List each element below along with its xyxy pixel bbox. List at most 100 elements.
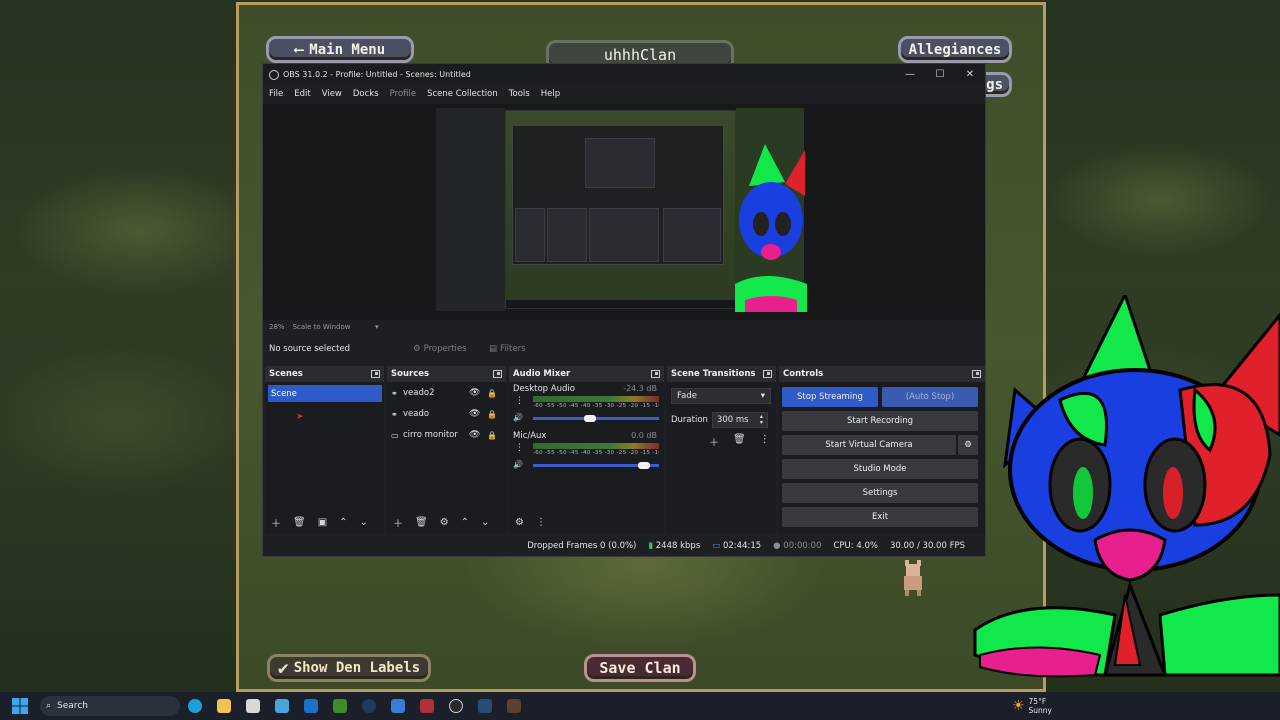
undock-icon[interactable]: [493, 370, 502, 378]
kebab-menu-icon[interactable]: ⋮: [536, 517, 546, 528]
add-icon[interactable]: ＋: [709, 434, 719, 449]
trash-icon[interactable]: 🗑: [293, 517, 306, 528]
menu-view[interactable]: View: [322, 89, 342, 99]
gear-icon[interactable]: ⚙: [515, 517, 524, 528]
stream-time: 02:44:15: [722, 541, 762, 551]
steam-icon[interactable]: [470, 692, 499, 720]
save-clan-button[interactable]: Save Clan: [584, 654, 696, 682]
add-icon[interactable]: ＋: [393, 515, 403, 530]
sources-title: Sources: [391, 369, 430, 379]
eye-icon[interactable]: 👁: [469, 430, 480, 440]
menu-help[interactable]: Help: [541, 89, 560, 99]
transitions-header: Scene Transitions: [667, 366, 776, 382]
lock-icon[interactable]: 🔒: [487, 389, 497, 398]
source-item[interactable]: ▭ cirro monitor 👁 🔒: [391, 427, 505, 443]
weather-text: 75°F Sunny: [1029, 697, 1052, 715]
scenes-title: Scenes: [269, 369, 303, 379]
source-item[interactable]: ⚭ veado 👁 🔒: [391, 406, 505, 422]
source-item[interactable]: ⚭ veado2 👁 🔒: [391, 385, 505, 401]
chevron-up-icon[interactable]: ⌃: [461, 517, 469, 528]
arrow-left-icon: ⟵: [294, 41, 304, 58]
slider-knob[interactable]: [584, 415, 596, 422]
volume-meter: [533, 396, 659, 402]
preview-canvas[interactable]: [263, 104, 985, 320]
speaker-icon[interactable]: 🔊: [513, 413, 523, 422]
properties-button[interactable]: ⚙ Properties: [413, 342, 467, 356]
filter-icon[interactable]: ▣: [318, 517, 327, 528]
undock-icon[interactable]: [763, 370, 772, 378]
main-menu-button[interactable]: ⟵ Main Menu: [266, 36, 414, 63]
minecraft-icon[interactable]: [325, 692, 354, 720]
stop-streaming-button[interactable]: Stop Streaming: [782, 387, 878, 407]
eye-icon[interactable]: 👁: [469, 409, 480, 419]
eye-icon[interactable]: 👁: [469, 388, 480, 398]
bitrate-value: 2448 kbps: [655, 541, 701, 551]
transition-select[interactable]: Fade ▾: [671, 388, 771, 404]
kebab-menu-icon[interactable]: ⋮: [760, 434, 770, 449]
add-icon[interactable]: ＋: [271, 515, 281, 530]
window-title: OBS 31.0.2 - Profile: Untitled - Scenes:…: [283, 70, 471, 79]
close-icon[interactable]: ✕: [955, 64, 985, 85]
notepad-icon[interactable]: [383, 692, 412, 720]
obs-icon[interactable]: [441, 692, 470, 720]
maximize-icon[interactable]: ☐: [925, 64, 955, 85]
kebab-menu-icon[interactable]: ⋮: [515, 396, 524, 406]
taskbar-search[interactable]: ⌕ Search: [40, 696, 180, 716]
start-virtual-camera-button[interactable]: Start Virtual Camera: [782, 435, 956, 455]
volume-slider[interactable]: [533, 415, 659, 422]
spin-arrows-icon[interactable]: ▴ ▾: [760, 414, 763, 426]
file-explorer-icon[interactable]: [209, 692, 238, 720]
auto-stop-button[interactable]: (Auto Stop): [882, 387, 978, 407]
minimize-icon[interactable]: —: [895, 64, 925, 85]
sources-list: ⚭ veado2 👁 🔒 ⚭ veado 👁 🔒 ▭ cirro monitor…: [387, 382, 506, 534]
lock-icon[interactable]: 🔒: [487, 431, 497, 440]
menu-file[interactable]: File: [269, 89, 283, 99]
scale-mode-select[interactable]: Scale to Window ▾: [293, 323, 379, 331]
menu-docks[interactable]: Docks: [353, 89, 379, 99]
chevron-up-icon[interactable]: ⌃: [339, 517, 347, 528]
menu-edit[interactable]: Edit: [294, 89, 310, 99]
store-icon[interactable]: [238, 692, 267, 720]
game-app-icon[interactable]: [412, 692, 441, 720]
transitions-dock: Scene Transitions Fade ▾ Duration 300 ms…: [667, 366, 776, 534]
chevron-down-icon[interactable]: ⌄: [481, 517, 489, 528]
kebab-menu-icon[interactable]: ⋮: [515, 443, 524, 453]
clangen-icon[interactable]: [499, 692, 528, 720]
trash-icon[interactable]: 🗑: [733, 434, 746, 449]
undock-icon[interactable]: [371, 370, 380, 378]
audio-mixer-title: Audio Mixer: [513, 369, 571, 379]
obs-window: OBS 31.0.2 - Profile: Untitled - Scenes:…: [262, 63, 986, 557]
steam-icon[interactable]: [354, 692, 383, 720]
edge-icon[interactable]: [180, 692, 209, 720]
start-recording-button[interactable]: Start Recording: [782, 411, 978, 431]
channel-db: 0.0 dB: [631, 431, 657, 440]
speaker-icon[interactable]: 🔊: [513, 460, 523, 469]
start-button[interactable]: [0, 692, 40, 720]
outlook-icon[interactable]: [296, 692, 325, 720]
lock-icon[interactable]: 🔒: [487, 410, 497, 419]
fps-value: 30.00 / 30.00 FPS: [889, 541, 965, 551]
weather-widget[interactable]: ☀ 75°F Sunny: [1012, 692, 1052, 720]
settings-button[interactable]: Settings: [782, 483, 978, 503]
menu-scene-collection[interactable]: Scene Collection: [427, 89, 498, 99]
status-bar: Dropped Frames 0 (0.0%) ▮ 2448 kbps ▭ 02…: [263, 536, 985, 556]
exit-button[interactable]: Exit: [782, 507, 978, 527]
filters-button[interactable]: ▤ Filters: [489, 342, 526, 356]
audio-mixer-header: Audio Mixer: [509, 366, 664, 382]
volume-slider[interactable]: [533, 462, 659, 469]
trash-icon[interactable]: 🗑: [415, 517, 428, 528]
duration-spinbox[interactable]: 300 ms ▴ ▾: [711, 412, 768, 428]
studio-mode-button[interactable]: Studio Mode: [782, 459, 978, 479]
slider-knob[interactable]: [638, 462, 650, 469]
photos-icon[interactable]: [267, 692, 296, 720]
scene-item[interactable]: Scene: [268, 385, 382, 402]
gear-icon[interactable]: ⚙: [440, 517, 449, 528]
virtual-camera-settings-button[interactable]: ⚙: [958, 435, 978, 455]
chevron-down-icon[interactable]: ⌄: [360, 517, 368, 528]
show-den-labels-toggle[interactable]: ✔ Show Den Labels: [267, 654, 431, 682]
undock-icon[interactable]: [651, 370, 660, 378]
allegiances-button[interactable]: Allegiances: [898, 36, 1012, 63]
menu-tools[interactable]: Tools: [509, 89, 530, 99]
undock-icon[interactable]: [972, 370, 981, 378]
menu-profile[interactable]: Profile: [390, 89, 416, 99]
